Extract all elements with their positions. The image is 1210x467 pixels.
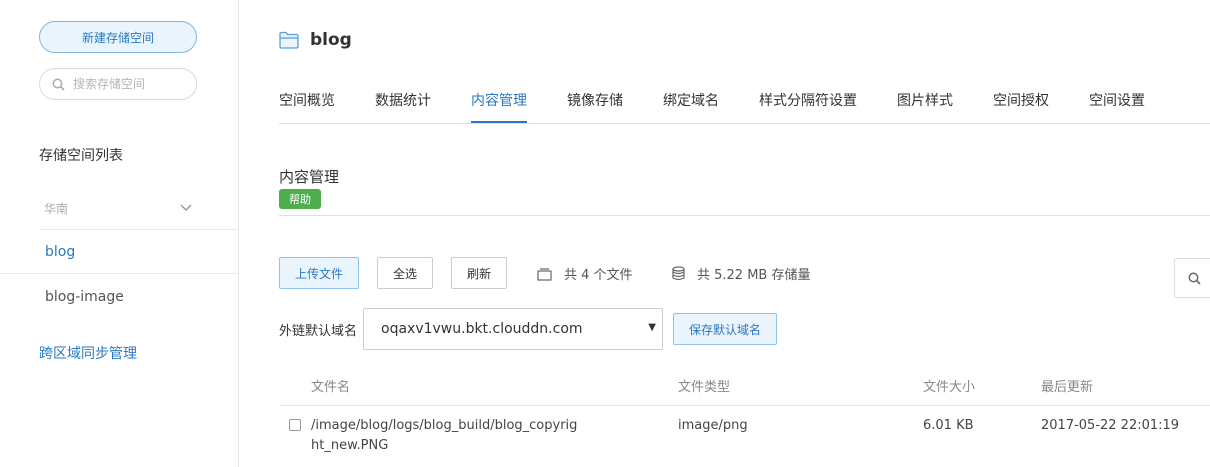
- storage-text: 共 5.22 MB 存储量: [697, 268, 811, 283]
- database-icon: [672, 266, 685, 281]
- bucket-item-blog[interactable]: blog: [45, 244, 75, 260]
- tab-space-settings[interactable]: 空间设置: [1089, 90, 1145, 110]
- default-domain-label: 外链默认域名: [279, 324, 358, 339]
- tab-content-management[interactable]: 内容管理: [471, 90, 527, 110]
- bucket-list-title: 存储空间列表: [39, 148, 123, 164]
- upload-file-button[interactable]: 上传文件: [279, 257, 359, 289]
- bucket-item-blog-row: [0, 231, 238, 274]
- bucket-header: blog: [279, 30, 352, 50]
- folder-icon: [279, 31, 299, 49]
- help-badge[interactable]: 帮助: [279, 189, 321, 209]
- file-search-button[interactable]: [1174, 258, 1210, 298]
- default-domain-select[interactable]: oqaxv1vwu.bkt.clouddn.com ▼: [363, 308, 663, 350]
- tab-style-separator[interactable]: 样式分隔符设置: [759, 90, 857, 110]
- tab-statistics[interactable]: 数据统计: [375, 90, 431, 110]
- tab-mirror-storage[interactable]: 镜像存储: [567, 90, 623, 110]
- bucket-search-input[interactable]: [71, 76, 185, 92]
- file-name-cell[interactable]: /image/blog/logs/blog_build/blog_copyrig…: [311, 416, 583, 456]
- search-icon: [1188, 272, 1201, 285]
- select-all-button[interactable]: 全选: [377, 257, 433, 289]
- tab-image-style[interactable]: 图片样式: [897, 90, 953, 110]
- bucket-title: blog: [310, 30, 352, 50]
- section-divider: [279, 215, 1210, 216]
- tab-overview[interactable]: 空间概览: [279, 90, 335, 110]
- sidebar: 新建存储空间 存储空间列表 华南 blog blog-image 跨区域同步管理: [0, 0, 239, 467]
- row-checkbox[interactable]: [289, 419, 301, 431]
- main-content: blog 空间概览 数据统计 内容管理 镜像存储 绑定域名 样式分隔符设置 图片…: [279, 0, 1210, 467]
- file-count-text: 共 4 个文件: [564, 268, 633, 283]
- save-default-domain-button[interactable]: 保存默认域名: [673, 313, 777, 345]
- new-bucket-button[interactable]: 新建存储空间: [39, 21, 197, 53]
- column-header-filesize[interactable]: 文件大小: [923, 376, 975, 395]
- search-icon: [52, 78, 65, 91]
- dropdown-arrow-icon: ▼: [648, 322, 656, 333]
- region-group-south[interactable]: 华南: [39, 190, 239, 230]
- section-title: 内容管理: [279, 168, 340, 186]
- tab-bar: 空间概览 数据统计 内容管理 镜像存储 绑定域名 样式分隔符设置 图片样式 空间…: [279, 80, 1210, 124]
- chevron-down-icon: [180, 204, 192, 211]
- files-icon: [537, 267, 552, 281]
- table-header-divider: [279, 405, 1210, 406]
- region-label: 华南: [44, 202, 69, 216]
- default-domain-value: oqaxv1vwu.bkt.clouddn.com: [381, 321, 583, 337]
- refresh-button[interactable]: 刷新: [451, 257, 507, 289]
- bucket-search-box[interactable]: [39, 68, 197, 100]
- tab-space-authorization[interactable]: 空间授权: [993, 90, 1049, 110]
- tab-bind-domain[interactable]: 绑定域名: [663, 90, 719, 110]
- file-size-cell: 6.01 KB: [923, 418, 974, 433]
- column-header-filename[interactable]: 文件名: [311, 376, 350, 395]
- active-tab-indicator: [471, 121, 527, 123]
- cross-region-sync-link[interactable]: 跨区域同步管理: [39, 343, 137, 363]
- bucket-item-blog-image[interactable]: blog-image: [45, 289, 124, 305]
- column-header-updated[interactable]: 最后更新: [1041, 376, 1093, 395]
- file-updated-cell: 2017-05-22 22:01:19: [1041, 418, 1180, 433]
- storage-stat: 共 5.22 MB 存储量: [672, 264, 810, 283]
- file-count-stat: 共 4 个文件: [537, 264, 633, 283]
- file-type-cell: image/png: [678, 418, 748, 433]
- column-header-filetype[interactable]: 文件类型: [678, 376, 730, 395]
